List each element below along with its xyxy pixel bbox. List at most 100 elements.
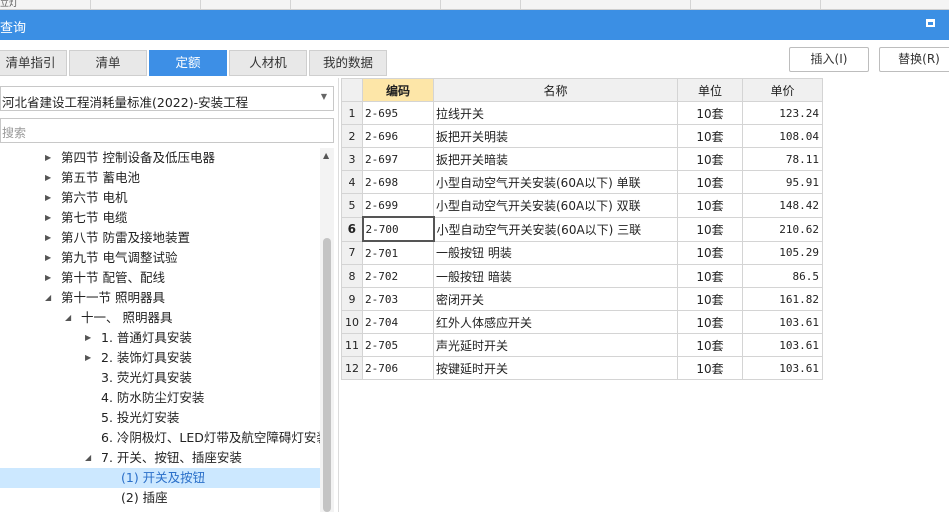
cell-code[interactable]: 2-702: [362, 264, 434, 288]
tree-node[interactable]: ▶ 第五节 蓄电池: [0, 168, 320, 188]
cell-code[interactable]: 2-704: [362, 310, 434, 334]
cell-name[interactable]: 红外人体感应开关: [433, 310, 678, 334]
expand-caret-icon[interactable]: ▶: [45, 268, 51, 288]
cell-name[interactable]: 小型自动空气开关安装(60A以下) 单联: [433, 170, 678, 194]
expand-caret-icon[interactable]: ▶: [45, 188, 51, 208]
table-row[interactable]: 11 2-705 声光延时开关 10套 103.61: [341, 333, 823, 357]
table-row[interactable]: 7 2-701 一般按钮 明装 10套 105.29: [341, 240, 823, 265]
cell-unit[interactable]: 10套: [677, 287, 743, 311]
expand-caret-icon[interactable]: ▶: [45, 148, 51, 168]
table-row[interactable]: 3 2-697 扳把开关暗装 10套 78.11: [341, 147, 823, 171]
cell-name[interactable]: 扳把开关暗装: [433, 147, 678, 171]
cell-name[interactable]: 按键延时开关: [433, 356, 678, 380]
expand-caret-icon[interactable]: ▶: [45, 248, 51, 268]
column-header-code[interactable]: 编码: [362, 78, 434, 102]
maximize-icon[interactable]: [926, 19, 935, 27]
search-input[interactable]: 搜索: [0, 118, 334, 143]
tree-node[interactable]: 6. 冷阴极灯、LED灯带及航空障碍灯安装: [0, 428, 320, 448]
library-select[interactable]: 河北省建设工程消耗量标准(2022)-安装工程 ▼: [0, 86, 334, 111]
tree-node[interactable]: ▶ 第九节 电气调整试验: [0, 248, 320, 268]
scrollbar-thumb[interactable]: [323, 238, 331, 512]
cell-code[interactable]: 2-699: [362, 193, 434, 218]
tab-quota[interactable]: 定额: [149, 50, 227, 76]
cell-price[interactable]: 103.61: [742, 310, 823, 334]
table-row[interactable]: 9 2-703 密闭开关 10套 161.82: [341, 287, 823, 311]
cell-price[interactable]: 95.91: [742, 170, 823, 194]
expand-caret-icon[interactable]: ▶: [85, 328, 91, 348]
cell-code[interactable]: 2-695: [362, 101, 434, 125]
cell-name[interactable]: 一般按钮 暗装: [433, 264, 678, 288]
table-row-current[interactable]: 6 2-700 小型自动空气开关安装(60A以下) 三联 10套 210.62: [341, 216, 823, 242]
expand-caret-icon[interactable]: ▶: [45, 228, 51, 248]
tree-node[interactable]: ▶ 1. 普通灯具安装: [0, 328, 320, 348]
tab-labor-material-machine[interactable]: 人材机: [229, 50, 307, 76]
cell-price[interactable]: 108.04: [742, 124, 823, 148]
tree-node[interactable]: ▶ 第四节 控制设备及低压电器: [0, 148, 320, 168]
table-row[interactable]: 1 2-695 拉线开关 10套 123.24: [341, 101, 823, 125]
cell-name[interactable]: 拉线开关: [433, 101, 678, 125]
cell-code[interactable]: 2-696: [362, 124, 434, 148]
cell-unit[interactable]: 10套: [677, 124, 743, 148]
tree-node[interactable]: ▶ 第十节 配管、配线: [0, 268, 320, 288]
cell-unit[interactable]: 10套: [677, 101, 743, 125]
chevron-down-icon[interactable]: ▼: [321, 92, 327, 101]
cell-unit[interactable]: 10套: [677, 310, 743, 334]
table-row[interactable]: 2 2-696 扳把开关明装 10套 108.04: [341, 124, 823, 148]
cell-price[interactable]: 105.29: [742, 240, 823, 265]
cell-price[interactable]: 210.62: [742, 216, 823, 242]
cell-price[interactable]: 123.24: [742, 101, 823, 125]
table-row[interactable]: 4 2-698 小型自动空气开关安装(60A以下) 单联 10套 95.91: [341, 170, 823, 194]
cell-code[interactable]: 2-705: [362, 333, 434, 357]
column-header-price[interactable]: 单价: [742, 78, 823, 102]
column-header-name[interactable]: 名称: [433, 78, 678, 102]
table-row[interactable]: 5 2-699 小型自动空气开关安装(60A以下) 双联 10套 148.42: [341, 193, 823, 218]
tab-list-guide[interactable]: 清单指引: [0, 50, 67, 76]
cell-unit[interactable]: 10套: [677, 264, 743, 288]
tree-node[interactable]: ▶ 2. 装饰灯具安装: [0, 348, 320, 368]
expand-caret-icon[interactable]: ▶: [45, 208, 51, 228]
tree-node[interactable]: ◢ 7. 开关、按钮、插座安装: [0, 448, 320, 468]
cell-unit[interactable]: 10套: [677, 333, 743, 357]
expand-caret-icon[interactable]: ▶: [45, 168, 51, 188]
cell-unit[interactable]: 10套: [677, 216, 743, 242]
tree-scrollbar[interactable]: ▲: [320, 148, 334, 512]
insert-button[interactable]: 插入(I): [789, 47, 869, 72]
cell-name[interactable]: 一般按钮 明装: [433, 240, 678, 265]
cell-name[interactable]: 扳把开关明装: [433, 124, 678, 148]
cell-unit[interactable]: 10套: [677, 147, 743, 171]
cell-price[interactable]: 103.61: [742, 333, 823, 357]
cell-code-focused[interactable]: 2-700: [361, 216, 435, 242]
cell-code[interactable]: 2-703: [362, 287, 434, 311]
scroll-up-icon[interactable]: ▲: [323, 151, 329, 160]
tree-node[interactable]: ▶ 第七节 电缆: [0, 208, 320, 228]
tree-node[interactable]: ◢ 第十一节 照明器具: [0, 288, 320, 308]
table-row[interactable]: 10 2-704 红外人体感应开关 10套 103.61: [341, 310, 823, 334]
collapse-caret-icon[interactable]: ◢: [45, 288, 51, 308]
tree-node[interactable]: ▶ 第八节 防雷及接地装置: [0, 228, 320, 248]
collapse-caret-icon[interactable]: ◢: [65, 308, 71, 328]
cell-code[interactable]: 2-698: [362, 170, 434, 194]
cell-code[interactable]: 2-706: [362, 356, 434, 380]
replace-button[interactable]: 替换(R): [879, 47, 949, 72]
cell-unit[interactable]: 10套: [677, 193, 743, 218]
cell-price[interactable]: 148.42: [742, 193, 823, 218]
cell-unit[interactable]: 10套: [677, 356, 743, 380]
tab-bill[interactable]: 清单: [69, 50, 147, 76]
table-row[interactable]: 12 2-706 按键延时开关 10套 103.61: [341, 356, 823, 380]
cell-code[interactable]: 2-697: [362, 147, 434, 171]
cell-name[interactable]: 小型自动空气开关安装(60A以下) 三联: [433, 216, 678, 242]
tree-node[interactable]: ▶ 第六节 电机: [0, 188, 320, 208]
tree-node[interactable]: (2) 插座: [0, 488, 320, 508]
cell-name[interactable]: 密闭开关: [433, 287, 678, 311]
cell-code[interactable]: 2-701: [362, 240, 434, 265]
tab-my-data[interactable]: 我的数据: [309, 50, 387, 76]
tree-node[interactable]: 5. 投光灯安装: [0, 408, 320, 428]
cell-name[interactable]: 声光延时开关: [433, 333, 678, 357]
cell-price[interactable]: 78.11: [742, 147, 823, 171]
tree-node[interactable]: ◢ 十一、 照明器具: [0, 308, 320, 328]
cell-name[interactable]: 小型自动空气开关安装(60A以下) 双联: [433, 193, 678, 218]
cell-unit[interactable]: 10套: [677, 240, 743, 265]
expand-caret-icon[interactable]: ▶: [85, 348, 91, 368]
cell-unit[interactable]: 10套: [677, 170, 743, 194]
cell-price[interactable]: 103.61: [742, 356, 823, 380]
